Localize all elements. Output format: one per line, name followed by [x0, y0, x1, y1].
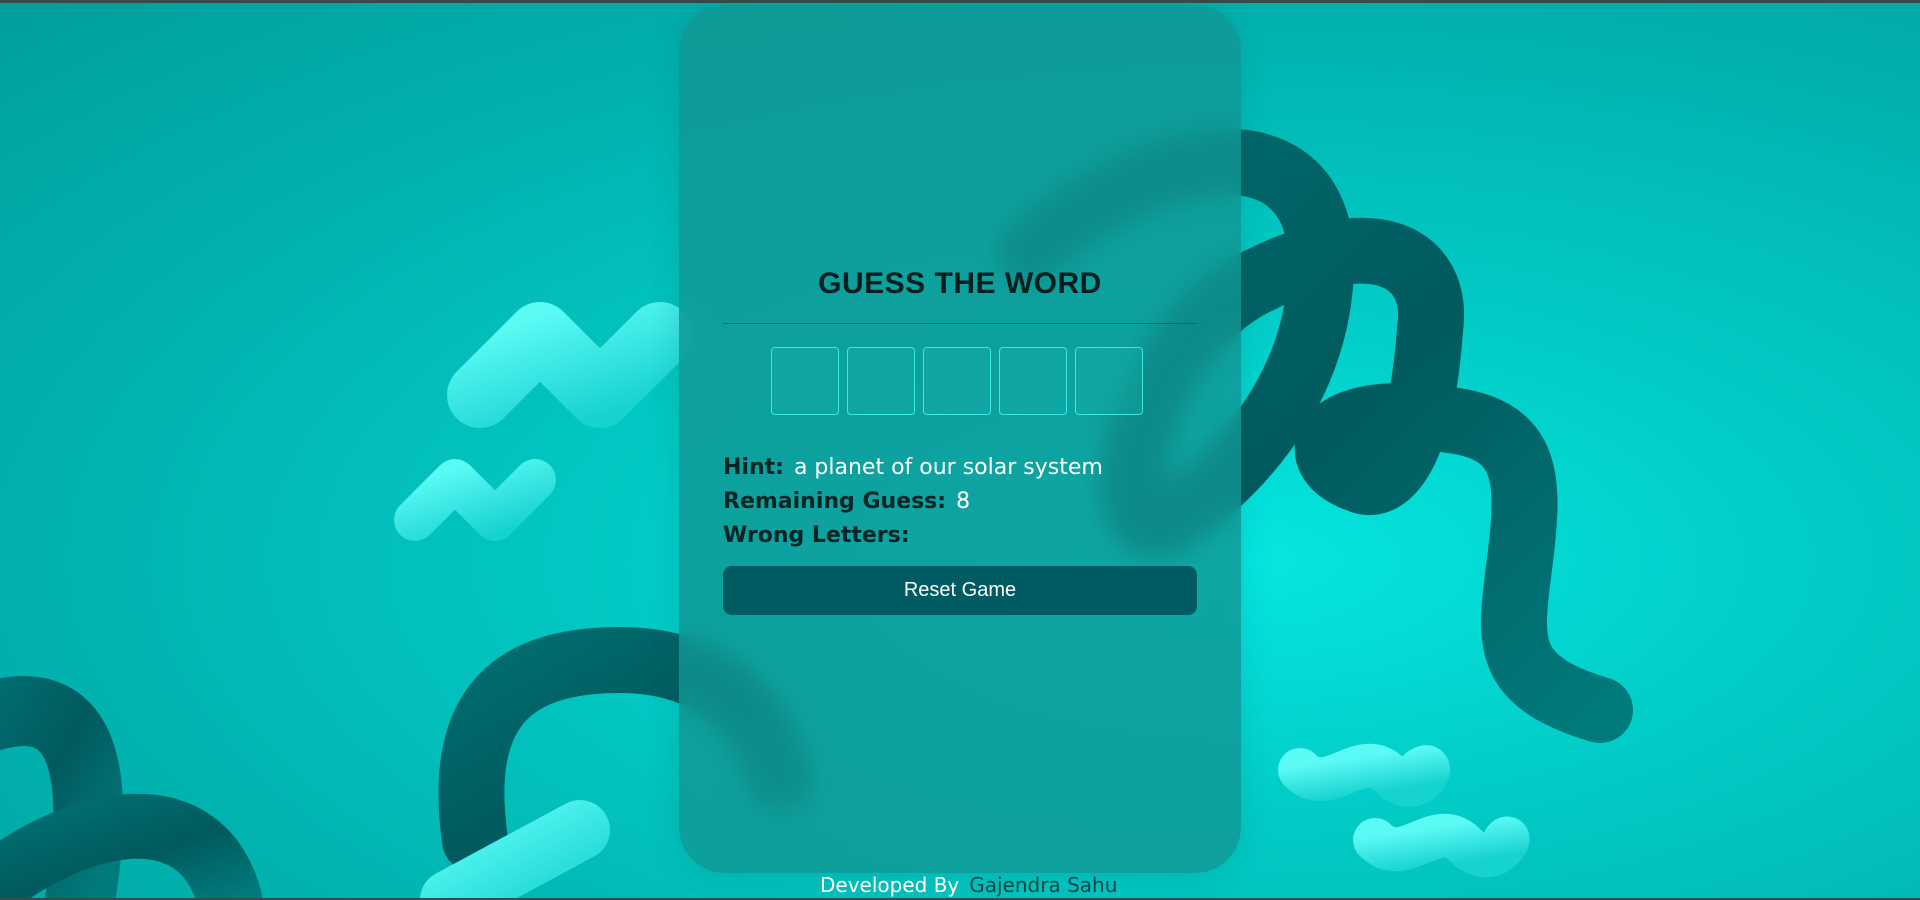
hint-label: Hint:	[723, 455, 784, 480]
footer-credit: Developed By Gajendra Sahu	[820, 873, 1117, 897]
reset-game-button[interactable]: Reset Game	[723, 566, 1197, 615]
hint-row: Hint: a planet of our solar system	[723, 451, 1103, 485]
remaining-guess-label: Remaining Guess:	[723, 489, 947, 514]
game-card: GUESS THE WORD Hint: a planet of our sola…	[679, 5, 1241, 873]
zigzag-shape-large	[447, 302, 693, 428]
wave-shape-1	[1278, 743, 1450, 807]
game-title: GUESS THE WORD	[818, 267, 1102, 300]
remaining-guess-row: Remaining Guess: 8	[723, 485, 1103, 519]
title-divider	[723, 323, 1197, 324]
wrong-letters-row: Wrong Letters:	[723, 519, 1103, 553]
footer-label: Developed By	[820, 873, 960, 897]
letter-box	[923, 347, 991, 415]
letter-box	[999, 347, 1067, 415]
zigzag-shape-small	[394, 459, 556, 541]
footer-author: Gajendra Sahu	[969, 873, 1118, 897]
letter-box	[771, 347, 839, 415]
letter-box	[847, 347, 915, 415]
wrong-letters-label: Wrong Letters:	[723, 523, 910, 548]
hint-value: a planet of our solar system	[793, 455, 1103, 480]
game-info: Hint: a planet of our solar system Remain…	[723, 451, 1103, 553]
letter-box	[1075, 347, 1143, 415]
letter-slots	[771, 347, 1143, 415]
wave-shape-2	[1353, 813, 1530, 878]
remaining-guess-value: 8	[956, 489, 971, 514]
